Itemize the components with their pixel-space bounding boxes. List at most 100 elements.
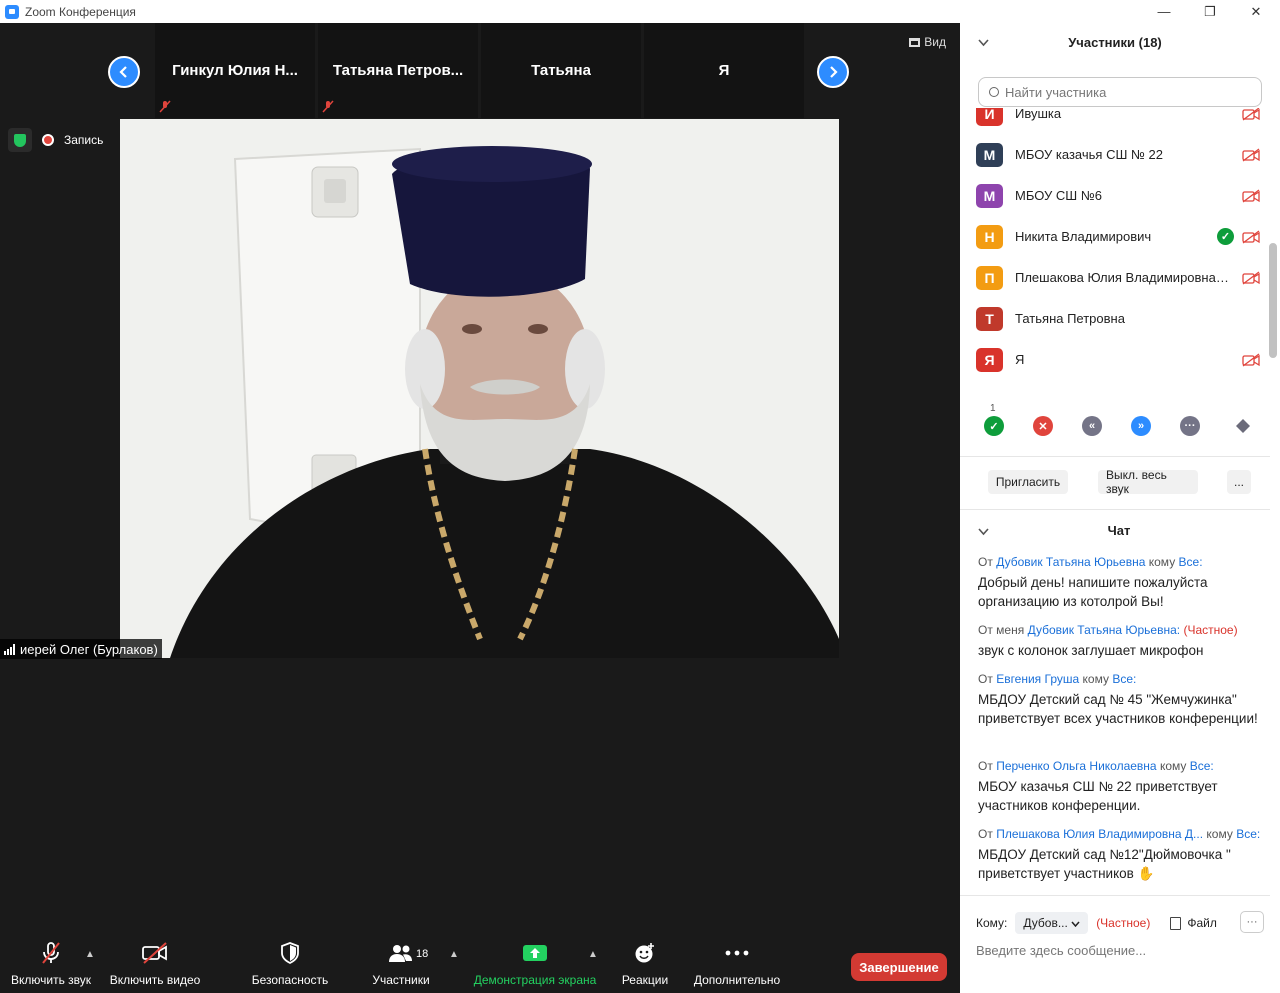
participant-row[interactable]: Я Я [976, 339, 1266, 378]
clear-eraser-icon[interactable] [1233, 416, 1253, 436]
recipient-dropdown[interactable]: Дубов... [1015, 912, 1089, 934]
gallery-strip: Гинкул Юлия Н... Татьяна Петров... Татья… [0, 23, 960, 118]
more-options-label: Дополнительно [693, 973, 781, 987]
from-prefix: От меня [978, 623, 1025, 637]
participant-name: Ивушка [1015, 108, 1062, 121]
gallery-tile[interactable]: Татьяна Петров... [318, 23, 478, 118]
grid-view-icon [909, 37, 921, 47]
sender-name[interactable]: Перченко Ольга Николаевна [996, 759, 1156, 773]
audio-options-caret-icon[interactable]: ▲ [85, 949, 95, 960]
participant-row[interactable]: И Ивушка [976, 108, 1266, 134]
recipient: Все: [1112, 672, 1137, 686]
participant-name: МБОУ казачья СШ № 22 [1015, 147, 1164, 162]
gallery-tile[interactable]: Я [644, 23, 804, 118]
participants-label: Участники [372, 973, 430, 987]
sender-name[interactable]: Дубовик Татьяна Юрьевна [996, 555, 1145, 569]
speaker-name-tag: иерей Олег (Бурлаков) [0, 639, 162, 659]
mic-muted-icon [322, 100, 336, 114]
mute-all-button[interactable]: Выкл. весь звук [1098, 468, 1198, 496]
more-options-button[interactable]: Дополнительно [690, 941, 784, 987]
prev-page-button[interactable] [108, 56, 140, 88]
tile-name: Гинкул Юлия Н... [172, 62, 298, 79]
chevron-right-icon [830, 66, 838, 78]
end-meeting-button[interactable]: Завершение [851, 953, 947, 981]
share-options-caret-icon[interactable]: ▲ [588, 949, 598, 960]
chat-message-input[interactable]: Введите здесь сообщение... [976, 943, 1146, 958]
chevron-left-icon [119, 66, 127, 78]
unmute-button[interactable]: Включить звук [10, 941, 92, 987]
avatar: М [976, 183, 1003, 208]
start-video-button[interactable]: Включить видео [108, 941, 202, 987]
close-window-button[interactable]: ✕ [1233, 0, 1279, 23]
avatar: Я [976, 347, 1003, 372]
smiley-icon [634, 941, 656, 965]
tile-name: Татьяна [531, 62, 591, 79]
message-text: МБДОУ Детский сад № 45 "Жемчужинка" прив… [978, 692, 1258, 726]
participant-row[interactable]: Т Татьяна Петровна [976, 298, 1266, 339]
avatar: Т [976, 306, 1003, 331]
encryption-shield-icon[interactable] [8, 128, 32, 152]
share-screen-button[interactable]: Демонстрация экрана [472, 941, 598, 987]
no-x-icon[interactable]: ✕ [1033, 416, 1053, 436]
go-faster-icon[interactable]: » [1131, 416, 1151, 436]
participant-row[interactable]: Н Никита Владимирович ✓ [976, 216, 1266, 257]
video-off-icon [1242, 188, 1260, 203]
gallery-tile[interactable]: Татьяна [481, 23, 641, 118]
zoom-window: Zoom Конференция — ❐ ✕ Гинкул Юлия Н... … [0, 0, 1280, 993]
recording-label: Запись [64, 133, 104, 147]
nonverbal-feedback-bar: 1 ✓ ✕ « » ··· [960, 403, 1270, 443]
chat-message: От Перченко Ольга Николаевна кому Все: М… [978, 759, 1260, 815]
message-meta: От Перченко Ольга Николаевна кому Все: [978, 759, 1260, 773]
next-page-button[interactable] [817, 56, 849, 88]
video-off-icon [141, 941, 169, 965]
go-slower-icon[interactable]: « [1082, 416, 1102, 436]
shield-icon [280, 941, 300, 965]
message-meta: От Плешакова Юлия Владимировна Д... кому… [978, 827, 1260, 841]
security-button[interactable]: Безопасность [250, 941, 330, 987]
participant-search-input[interactable]: Найти участника [978, 77, 1262, 107]
video-off-icon [1242, 108, 1260, 121]
to-word: кому [1206, 827, 1233, 841]
invite-button[interactable]: Пригласить [988, 470, 1068, 494]
speaker-name: иерей Олег (Бурлаков) [20, 641, 158, 657]
view-label: Вид [924, 35, 946, 49]
recipient: Все: [1236, 827, 1260, 841]
sender-name[interactable]: Плешакова Юлия Владимировна Д... [996, 827, 1203, 841]
more-dots-icon [725, 941, 749, 965]
chat-more-button[interactable]: ··· [1240, 911, 1264, 933]
participant-row[interactable]: П Плешакова Юлия Владимировна ... [976, 257, 1266, 298]
participants-options-caret-icon[interactable]: ▲ [449, 949, 459, 960]
participant-name: Никита Владимирович [1015, 229, 1152, 244]
sender-name[interactable]: Дубовик Татьяна Юрьевна: [1028, 623, 1181, 637]
sender-name[interactable]: Евгения Груша [996, 672, 1079, 686]
avatar: П [976, 265, 1003, 290]
minimize-button[interactable]: — [1141, 0, 1187, 23]
participant-name: Плешакова Юлия Владимировна ... [1015, 270, 1230, 285]
from-prefix: От [978, 827, 993, 841]
to-word: кому [1159, 759, 1187, 773]
search-icon [989, 87, 999, 97]
file-button[interactable]: Файл [1170, 916, 1217, 930]
view-button[interactable]: Вид [909, 35, 946, 49]
recording-indicator: Запись [8, 128, 103, 152]
message-text: Добрый день! напишите пожалуйста организ… [978, 575, 1208, 609]
participant-row[interactable]: М МБОУ СШ №6 [976, 175, 1266, 216]
reactions-button[interactable]: Реакции [618, 941, 672, 987]
message-text: звук с колонок заглушает микрофон [978, 643, 1204, 658]
start-video-label: Включить видео [109, 973, 201, 987]
video-off-icon [1242, 352, 1260, 367]
more-reactions-icon[interactable]: ··· [1180, 416, 1200, 436]
participants-list: И Ивушка М МБОУ казачья СШ № 22 М МБОУ С… [960, 108, 1270, 378]
private-tag: (Частное) [1183, 623, 1238, 637]
gallery-tile[interactable]: Гинкул Юлия Н... [155, 23, 315, 118]
divider [960, 456, 1270, 457]
to-word: кому [1082, 672, 1109, 686]
unmute-label: Включить звук [10, 973, 92, 987]
participant-row[interactable]: М МБОУ казачья СШ № 22 [976, 134, 1266, 175]
participants-icon [388, 941, 414, 965]
restore-button[interactable]: ❐ [1187, 0, 1233, 23]
participants-scrollbar[interactable] [1269, 243, 1277, 358]
yes-check-icon[interactable]: ✓ [984, 416, 1004, 436]
participants-more-button[interactable]: ... [1227, 470, 1251, 494]
chat-message: От Плешакова Юлия Владимировна Д... кому… [978, 827, 1260, 883]
